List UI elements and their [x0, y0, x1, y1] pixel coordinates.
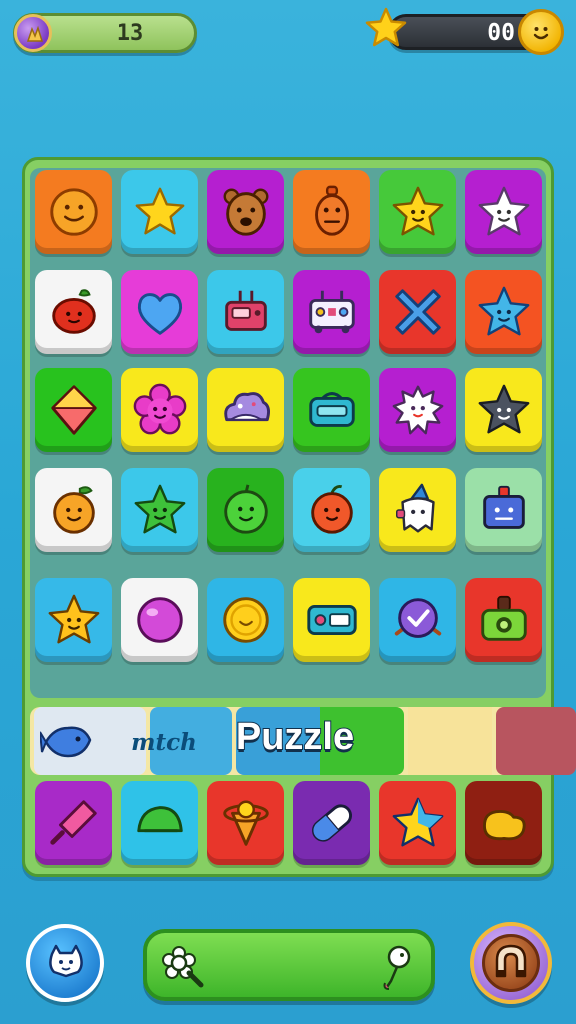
planet-cone-icon	[222, 800, 269, 846]
cat-chat-icon	[49, 944, 83, 978]
tile-pink-popsicle[interactable]	[35, 781, 112, 865]
tile-blue-star-face[interactable]	[465, 270, 542, 354]
blue-star-face-icon	[478, 286, 529, 336]
tile-orange-smiley[interactable]	[35, 170, 112, 254]
tile-green-leaf[interactable]	[121, 781, 198, 865]
purple-cloud-icon	[223, 392, 270, 422]
tile-yellow-bean[interactable]	[465, 781, 542, 865]
moves-counter: 13	[13, 13, 197, 53]
pink-bubble-icon	[136, 597, 183, 643]
white-spiky-face-icon	[392, 385, 443, 435]
orange-fruit-face-icon	[52, 486, 95, 534]
orange-creature-icon	[314, 185, 349, 236]
bear-face-icon	[223, 188, 268, 236]
wizard-ghost-icon	[395, 483, 435, 533]
tile-blue-heart[interactable]	[121, 270, 198, 354]
tile-red-robot[interactable]	[207, 270, 284, 354]
search-bar[interactable]	[143, 929, 435, 1001]
tile-capsule[interactable]	[293, 781, 370, 865]
tile-red-tomato[interactable]	[35, 270, 112, 354]
blue-robot-face-icon	[482, 485, 525, 529]
tile-teal-boombox[interactable]	[293, 368, 370, 452]
tile-white-spiky-face[interactable]	[379, 368, 456, 452]
orange-star-face-icon	[48, 594, 99, 644]
dark-star-face-icon	[478, 384, 529, 434]
tile-rover-robot[interactable]	[293, 270, 370, 354]
tile-purple-cloud[interactable]	[207, 368, 284, 452]
orange-smiley-icon	[49, 188, 98, 236]
title-big-text: Puzzle	[235, 715, 355, 759]
tile-blue-robot-face[interactable]	[465, 468, 542, 552]
pink-popsicle-icon	[49, 800, 97, 845]
capsule-icon	[311, 804, 352, 842]
yellow-star-icon	[135, 187, 184, 235]
flower-magnifier-icon	[162, 946, 204, 988]
tile-pink-flower[interactable]	[121, 368, 198, 452]
white-star-face-icon	[478, 186, 529, 236]
tile-green-star-face[interactable]	[121, 468, 198, 552]
pink-flower-icon	[133, 383, 186, 435]
diamond-kite-icon	[50, 385, 97, 435]
tile-diamond-kite[interactable]	[35, 368, 112, 452]
tile-pink-bubble[interactable]	[121, 578, 198, 662]
tile-orange-star-face[interactable]	[35, 578, 112, 662]
blue-fish-icon	[40, 726, 92, 758]
green-star-face-icon	[134, 484, 185, 534]
cat-chat-button[interactable]	[26, 924, 104, 1002]
tile-white-star-face[interactable]	[465, 170, 542, 254]
yellow-star-face-icon	[392, 186, 443, 236]
tile-bear-face[interactable]	[207, 170, 284, 254]
tile-blue-yellow-star[interactable]	[379, 781, 456, 865]
tile-orange-creature[interactable]	[293, 170, 370, 254]
red-tomato-icon	[51, 289, 96, 334]
red-robot-icon	[224, 290, 267, 331]
tile-green-camera[interactable]	[465, 578, 542, 662]
magnet-button[interactable]	[470, 922, 552, 1004]
tile-wizard-ghost[interactable]	[379, 468, 456, 552]
tile-teal-card[interactable]	[293, 578, 370, 662]
moves-value: 13	[116, 21, 144, 46]
score-value: 00	[487, 20, 515, 46]
tile-planet-cone[interactable]	[207, 781, 284, 865]
blue-cross-icon	[394, 289, 441, 335]
tile-orange-fruit-face[interactable]	[35, 468, 112, 552]
green-camera-icon	[480, 595, 527, 641]
teal-boombox-icon	[308, 392, 355, 427]
green-leaf-icon	[136, 806, 183, 833]
chick-icon	[383, 945, 411, 990]
purple-shield-icon	[394, 598, 441, 638]
tile-purple-shield[interactable]	[379, 578, 456, 662]
yellow-bean-icon	[482, 809, 526, 841]
tile-green-apple-face[interactable]	[207, 468, 284, 552]
star-icon	[365, 7, 407, 47]
tile-orange-apple-face[interactable]	[293, 468, 370, 552]
teal-card-icon	[306, 605, 357, 635]
blue-heart-icon	[137, 293, 182, 335]
tile-dark-star-face[interactable]	[465, 368, 542, 452]
blue-yellow-star-icon	[392, 797, 443, 847]
orange-apple-face-icon	[310, 484, 353, 534]
purple-gem-icon	[14, 14, 52, 52]
tile-yellow-coin[interactable]	[207, 578, 284, 662]
rover-robot-icon	[308, 290, 355, 334]
magnet-icon	[495, 944, 527, 978]
tile-yellow-star[interactable]	[121, 170, 198, 254]
tile-blue-cross[interactable]	[379, 270, 456, 354]
yellow-coin-icon	[222, 597, 269, 643]
title-small-text: mtch	[131, 729, 197, 756]
green-apple-face-icon	[223, 484, 268, 534]
tile-yellow-star-face[interactable]	[379, 170, 456, 254]
smiley-coin-icon[interactable]	[518, 9, 564, 55]
